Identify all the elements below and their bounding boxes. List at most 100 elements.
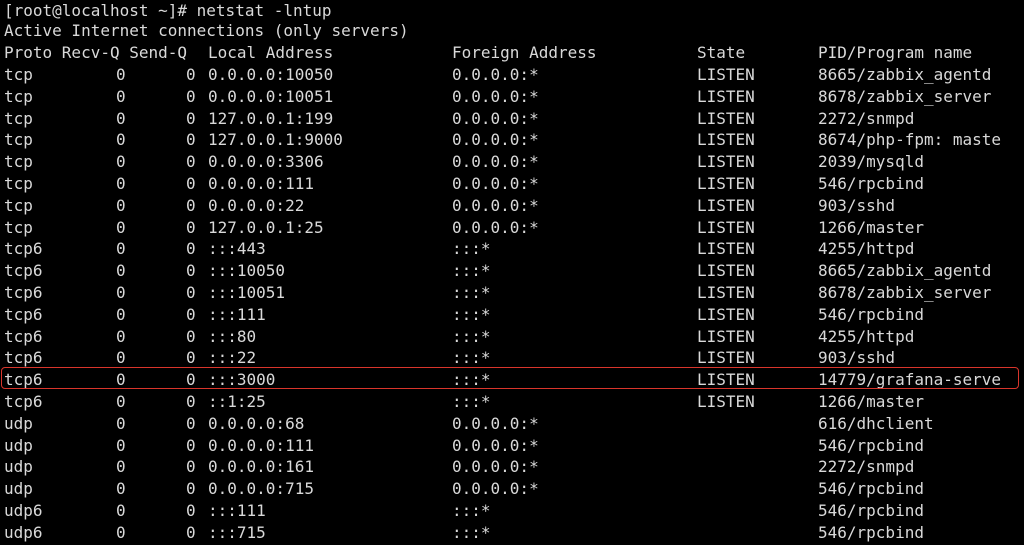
cell-foreign: 0.0.0.0:* <box>452 435 539 455</box>
cell-recvq: 0 <box>116 326 126 346</box>
table-row: tcp6 0 0:::3000:::* LISTEN 14779/grafana-ser… <box>0 369 1024 391</box>
cell-state: LISTEN <box>697 174 755 193</box>
header-foreign-address: Foreign Address <box>452 43 597 62</box>
table-row: tcp 0 0 0.0.0.0:10050 0.0.0.0:* LISTEN 8665/za… <box>0 64 1024 86</box>
table-row: tcp 0 0 127.0.0.1:199 0.0.0.0:* LISTEN 2272/sn… <box>0 108 1024 130</box>
cell-proto: udp <box>4 435 33 455</box>
cell-state: LISTEN <box>697 348 755 368</box>
cell-proto: tcp6 <box>4 326 43 346</box>
cell-local: 0.0.0.0:22 <box>208 195 305 215</box>
cell-pid: 616/dhclient <box>818 413 934 433</box>
cell-local: :::715 <box>208 522 266 542</box>
terminal-window[interactable]: [root@localhost ~]# netstat -lntup Activ… <box>0 0 1024 545</box>
cell-sendq: 0 <box>186 348 196 368</box>
cell-sendq: 0 <box>186 174 196 193</box>
cell-recvq: 0 <box>116 479 126 499</box>
cell-sendq: 0 <box>186 152 196 172</box>
cell-pid: 903/sshd <box>818 195 896 215</box>
header-state: State <box>697 43 746 62</box>
cell-state: LISTEN <box>697 304 755 324</box>
cell-proto: tcp <box>4 86 33 106</box>
cell-foreign: 0.0.0.0:* <box>452 174 539 193</box>
table-row: udp 0 0 0.0.0.0:161 0.0.0.0:* 2272/snmpd <box>0 456 1024 478</box>
cell-proto: tcp <box>4 65 33 84</box>
cell-proto: tcp6 <box>4 261 43 281</box>
cell-local: 0.0.0.0:3306 <box>208 152 324 172</box>
cell-foreign: :::* <box>452 348 491 368</box>
cell-local: 0.0.0.0:715 <box>208 479 314 499</box>
cell-pid: 1266/master <box>818 217 924 237</box>
cell-recvq: 0 <box>116 195 126 215</box>
cell-proto: udp6 <box>4 501 43 520</box>
cell-local: ::1:25 <box>208 392 266 411</box>
cell-local: 0.0.0.0:111 <box>208 174 314 193</box>
cell-pid: 903/sshd <box>818 348 896 368</box>
cell-pid: 2272/snmpd <box>818 108 915 128</box>
cell-state: LISTEN <box>697 326 755 346</box>
cell-proto: tcp6 <box>4 239 43 259</box>
cell-pid: 2272/snmpd <box>818 457 915 477</box>
cell-foreign: 0.0.0.0:* <box>452 195 539 215</box>
cell-sendq: 0 <box>186 283 196 302</box>
cell-foreign: 0.0.0.0:* <box>452 108 539 128</box>
cell-local: 0.0.0.0:68 <box>208 413 305 433</box>
table-row: tcp6 0 0:::22:::* LISTEN 903/sshd <box>0 347 1024 369</box>
cell-local: :::80 <box>208 326 257 346</box>
cell-pid: 8678/zabbix_server <box>818 283 992 302</box>
cell-sendq: 0 <box>186 130 196 150</box>
cell-recvq: 0 <box>116 435 126 455</box>
cell-local: 127.0.0.1:9000 <box>208 130 343 150</box>
cell-state: LISTEN <box>697 217 755 237</box>
table-row: udp 0 0 0.0.0.0:715 0.0.0.0:* 546/rpcbind <box>0 478 1024 500</box>
cell-proto: tcp6 <box>4 304 43 324</box>
cell-recvq: 0 <box>116 174 126 193</box>
cell-foreign: :::* <box>452 522 491 542</box>
cell-sendq: 0 <box>186 370 196 390</box>
table-row: tcp 0 0 127.0.0.1:9000 0.0.0.0:* LISTEN 8674/p… <box>0 129 1024 151</box>
cell-proto: tcp <box>4 174 33 193</box>
cell-sendq: 0 <box>186 261 196 281</box>
cell-pid: 546/rpcbind <box>818 522 924 542</box>
cell-pid: 8665/zabbix_agentd <box>818 65 992 84</box>
cell-recvq: 0 <box>116 522 126 542</box>
cell-local: :::10050 <box>208 261 286 281</box>
cell-pid: 8678/zabbix_server <box>818 86 992 106</box>
cell-foreign: :::* <box>452 261 491 281</box>
cell-sendq: 0 <box>186 195 196 215</box>
cell-proto: udp <box>4 413 33 433</box>
cell-foreign: :::* <box>452 283 491 302</box>
cell-local: :::111 <box>208 501 266 520</box>
table-row: tcp 0 0 127.0.0.1:25 0.0.0.0:* LISTEN 1266/mas… <box>0 217 1024 239</box>
cell-pid: 14779/grafana-serve <box>818 370 1002 390</box>
cell-proto: tcp6 <box>4 283 43 302</box>
cell-local: 0.0.0.0:10050 <box>208 65 334 84</box>
cell-local: :::111 <box>208 304 266 324</box>
cell-proto: tcp <box>4 130 33 150</box>
command-prompt: [root@localhost ~]# netstat -lntup <box>4 1 332 20</box>
cell-local: 0.0.0.0:161 <box>208 457 314 477</box>
output-banner: Active Internet connections (only server… <box>4 21 409 40</box>
header-proto-recvq-sendq: Proto Recv-Q Send-Q <box>4 43 188 62</box>
cell-recvq: 0 <box>116 304 126 324</box>
cell-recvq: 0 <box>116 501 126 520</box>
cell-foreign: :::* <box>452 239 491 259</box>
cell-recvq: 0 <box>116 217 126 237</box>
table-row: tcp6 0 0:::111:::* LISTEN 546/rpcbind <box>0 304 1024 326</box>
cell-state: LISTEN <box>697 108 755 128</box>
cell-sendq: 0 <box>186 326 196 346</box>
cell-local: :::10051 <box>208 283 286 302</box>
cell-foreign: 0.0.0.0:* <box>452 217 539 237</box>
table-row: tcp6 0 0:::80:::* LISTEN 4255/httpd <box>0 326 1024 348</box>
cell-state: LISTEN <box>697 195 755 215</box>
header-local-address: Local Address <box>208 43 334 62</box>
cell-sendq: 0 <box>186 108 196 128</box>
cell-proto: udp <box>4 479 33 499</box>
cell-pid: 8674/php-fpm: maste <box>818 130 1002 150</box>
cell-recvq: 0 <box>116 392 126 411</box>
cell-sendq: 0 <box>186 65 196 84</box>
cell-local: :::22 <box>208 348 257 368</box>
cell-recvq: 0 <box>116 283 126 302</box>
cell-sendq: 0 <box>186 435 196 455</box>
cell-state: LISTEN <box>697 152 755 172</box>
cell-recvq: 0 <box>116 261 126 281</box>
